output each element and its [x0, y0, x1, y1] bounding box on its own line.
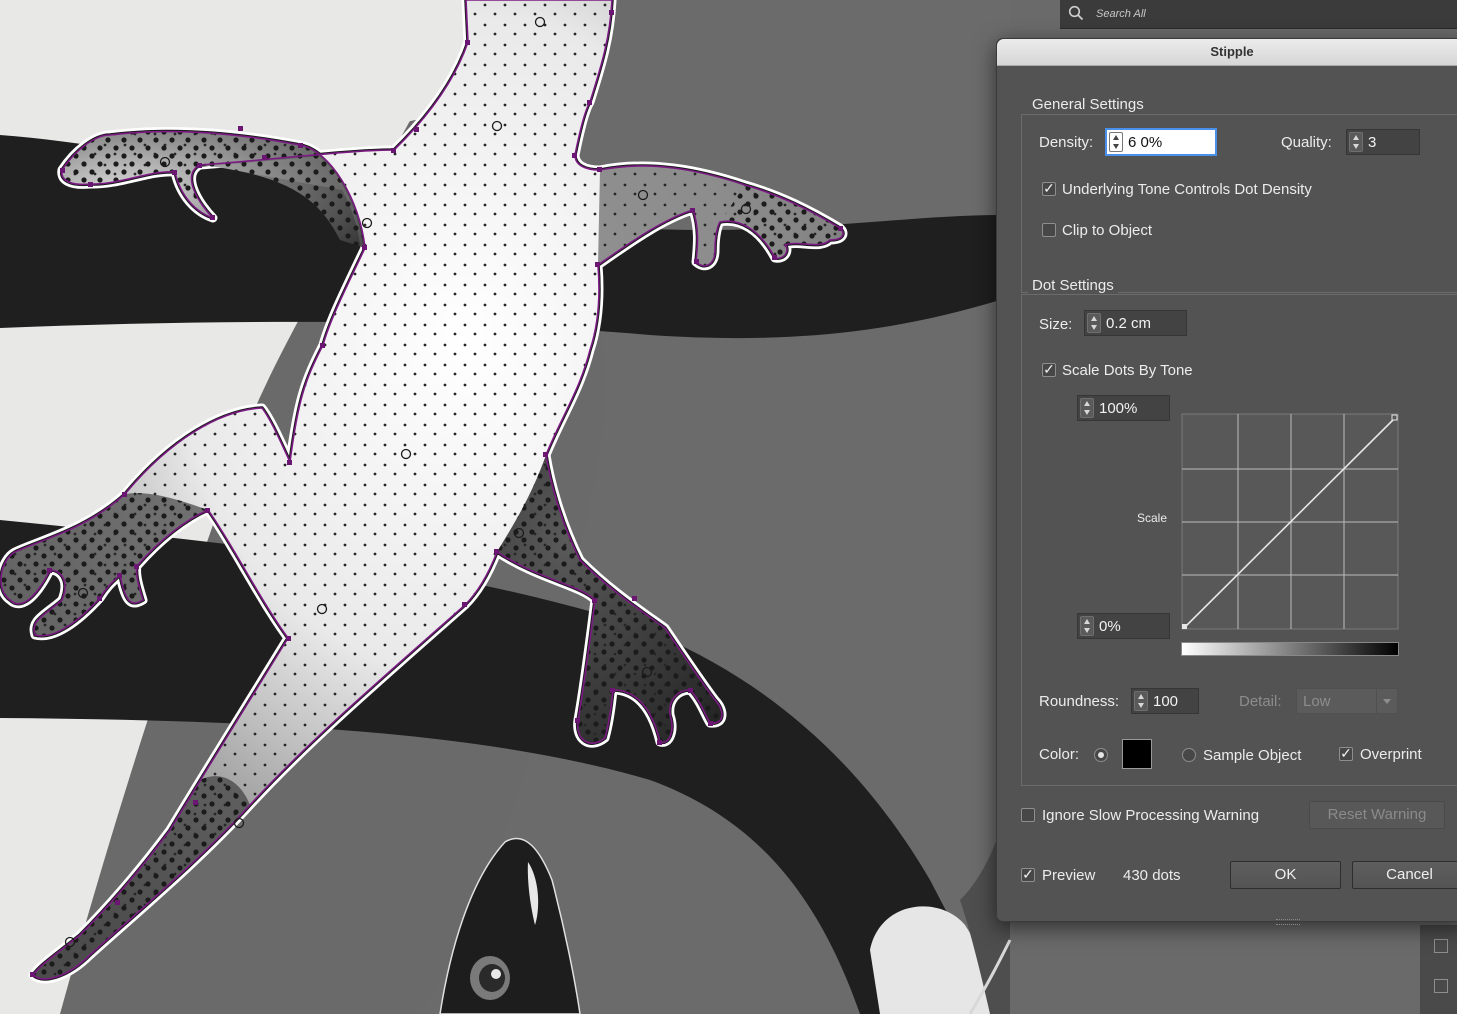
overprint-label: Overprint: [1360, 746, 1422, 763]
underlying-tone-checkbox[interactable]: ✓: [1042, 181, 1056, 196]
ignore-warning-label: Ignore Slow Processing Warning: [1042, 807, 1260, 824]
stipple-dialog: Stipple General Settings Density: 6 0% Q…: [996, 38, 1457, 922]
color-swatch[interactable]: [1122, 739, 1152, 769]
ok-button[interactable]: OK: [1230, 861, 1341, 889]
ignore-warning-checkbox[interactable]: [1021, 808, 1035, 822]
dot-count: 430 dots: [1123, 867, 1181, 884]
detail-value: Low: [1303, 693, 1331, 710]
preview-label: Preview: [1042, 867, 1096, 884]
density-label: Density:: [1039, 134, 1094, 151]
resize-grip[interactable]: [1276, 919, 1300, 925]
dot-settings-title: Dot Settings: [1028, 277, 1118, 294]
chevron-down-icon: [1376, 689, 1397, 713]
background-layers-panel: [1420, 925, 1457, 1014]
roundness-stepper[interactable]: [1134, 691, 1148, 711]
quality-stepper[interactable]: [1349, 132, 1363, 152]
detail-dropdown[interactable]: Low: [1296, 688, 1398, 714]
curve-handle-bottom[interactable]: [1182, 624, 1187, 629]
sample-object-radio[interactable]: [1182, 748, 1196, 762]
scale-by-tone-label: Scale Dots By Tone: [1062, 362, 1193, 379]
search-placeholder: Search All: [1096, 8, 1146, 20]
quality-label: Quality:: [1281, 134, 1332, 151]
general-settings-title: General Settings: [1028, 96, 1148, 113]
preview-checkbox[interactable]: ✓: [1021, 867, 1035, 882]
scale-label: Scale: [1137, 511, 1168, 525]
scale-min-value: 0%: [1099, 618, 1121, 635]
clip-to-object-checkbox[interactable]: [1042, 223, 1056, 237]
roundness-value: 100: [1153, 693, 1179, 710]
search-icon: [1068, 5, 1084, 21]
reset-warning-button[interactable]: Reset Warning: [1309, 801, 1445, 829]
quality-value: 3: [1368, 134, 1377, 151]
clip-to-object-label: Clip to Object: [1062, 222, 1153, 239]
scale-min-field[interactable]: 0%: [1077, 613, 1170, 639]
layer-checkbox[interactable]: [1434, 979, 1448, 993]
color-label: Color:: [1039, 746, 1080, 763]
size-label: Size:: [1039, 316, 1073, 333]
layer-checkbox[interactable]: [1434, 939, 1448, 953]
density-stepper[interactable]: [1109, 132, 1123, 152]
density-field[interactable]: 6 0%: [1105, 128, 1217, 156]
scale-max-field[interactable]: 100%: [1077, 395, 1170, 421]
underlying-tone-label: Underlying Tone Controls Dot Density: [1062, 181, 1312, 198]
roundness-label: Roundness:: [1039, 693, 1120, 710]
quality-field[interactable]: 3: [1346, 129, 1420, 155]
scale-by-tone-checkbox[interactable]: ✓: [1042, 362, 1056, 377]
size-value: 0.2 cm: [1106, 315, 1152, 332]
scale-max-value: 100%: [1099, 400, 1138, 417]
roundness-field[interactable]: 100: [1131, 688, 1199, 714]
scale-min-stepper[interactable]: [1080, 616, 1094, 636]
curve-handle-top[interactable]: [1391, 414, 1398, 421]
scale-max-stepper[interactable]: [1080, 398, 1094, 418]
density-value: 6 0%: [1128, 134, 1163, 151]
detail-label: Detail:: [1239, 693, 1282, 710]
tone-gradient-bar: [1181, 642, 1399, 656]
overprint-checkbox[interactable]: ✓: [1339, 746, 1353, 761]
dialog-title: Stipple: [997, 39, 1457, 66]
search-bar[interactable]: Search All: [1060, 0, 1457, 29]
scale-curve-graph[interactable]: [1181, 413, 1401, 631]
size-stepper[interactable]: [1087, 313, 1101, 333]
sample-object-label: Sample Object: [1203, 747, 1302, 764]
color-radio[interactable]: [1094, 748, 1108, 762]
cancel-button[interactable]: Cancel: [1352, 861, 1457, 889]
size-field[interactable]: 0.2 cm: [1084, 310, 1187, 336]
